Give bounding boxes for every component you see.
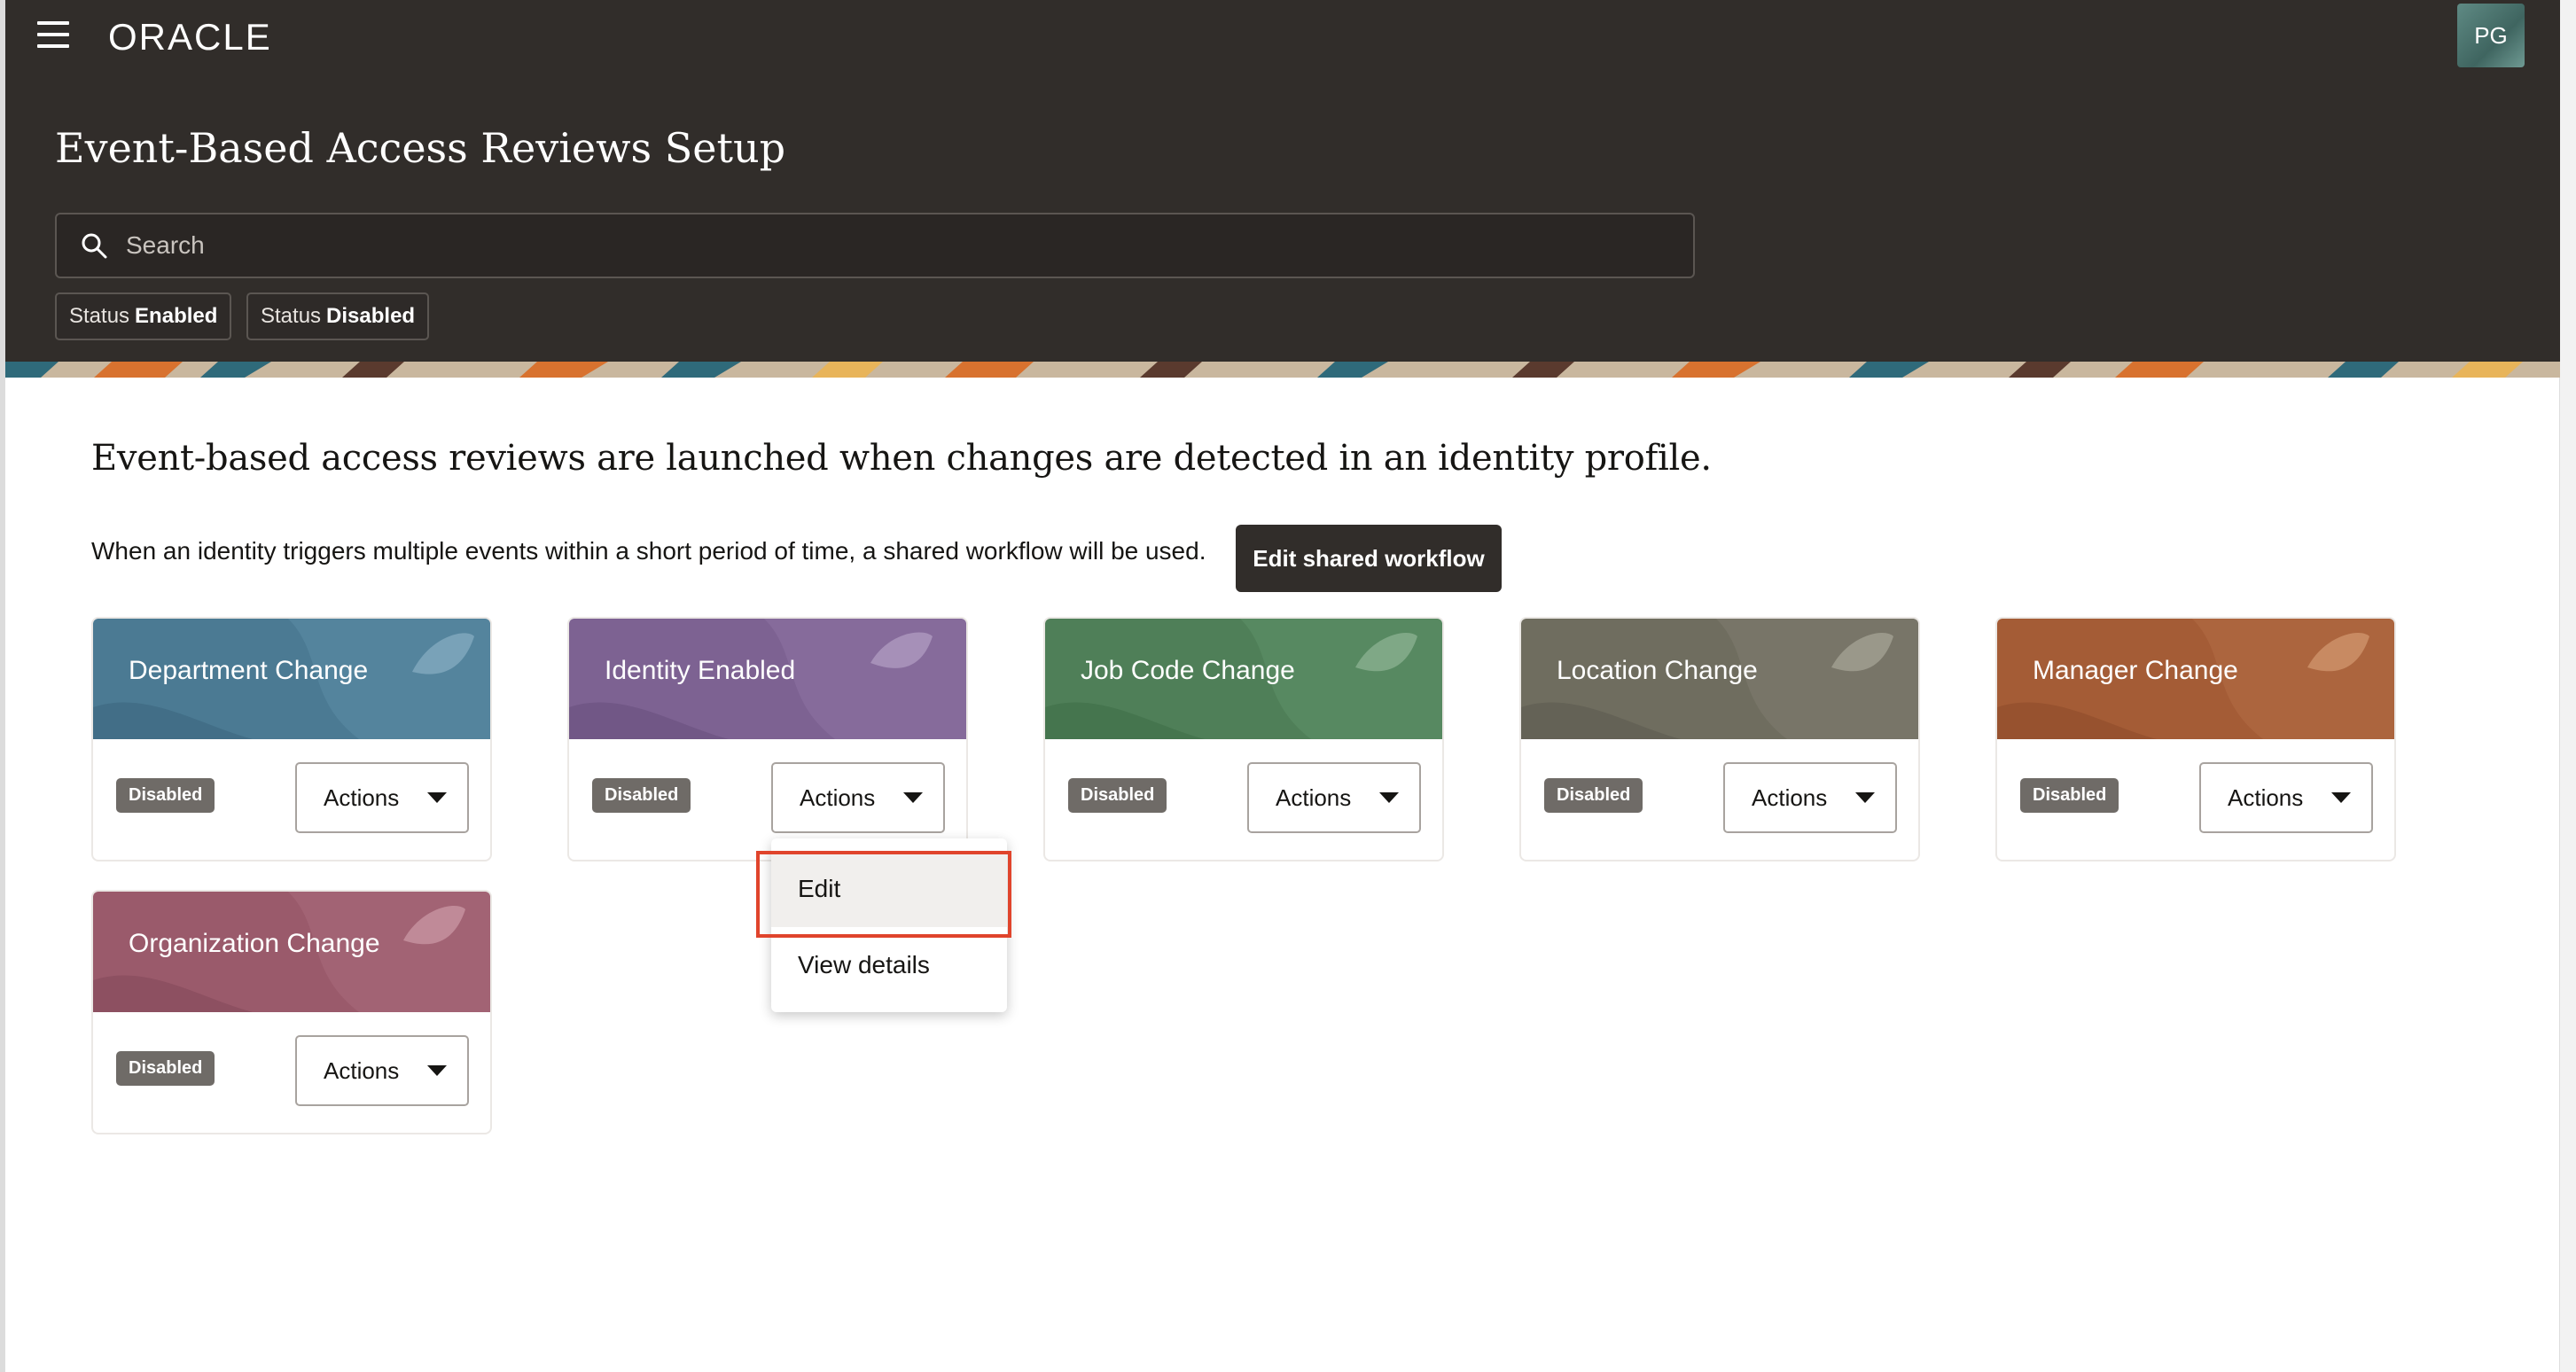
status-badge: Disabled <box>2020 778 2119 813</box>
caret-down-icon <box>1855 792 1876 803</box>
actions-button[interactable]: Actions <box>295 762 469 833</box>
search-bar[interactable] <box>55 213 1695 278</box>
card-title: Location Change <box>1557 656 1758 685</box>
status-badge: Disabled <box>116 778 215 813</box>
hamburger-menu-icon[interactable] <box>37 21 80 53</box>
card-header: Organization Change <box>93 892 490 1012</box>
card-title: Manager Change <box>2033 656 2238 685</box>
card-header: Job Code Change <box>1045 619 1442 739</box>
actions-label: Actions <box>800 783 876 811</box>
event-card-department-change: Department Change Disabled Actions <box>91 617 492 861</box>
card-header: Identity Enabled <box>569 619 966 739</box>
vertical-scrollbar[interactable] <box>2559 0 2576 1372</box>
event-card-location-change: Location Change Disabled Actions <box>1519 617 1920 861</box>
caret-down-icon <box>427 1065 448 1076</box>
caret-down-icon <box>903 792 924 803</box>
filter-chip-label: Status <box>69 304 130 328</box>
status-badge: Disabled <box>1068 778 1167 813</box>
actions-label: Actions <box>324 783 400 811</box>
filter-chip-status-enabled[interactable]: Status Enabled <box>55 292 232 340</box>
actions-button[interactable]: Actions <box>1723 762 1897 833</box>
svg-text:ORACLE: ORACLE <box>108 16 272 58</box>
filter-chip-label: Status <box>261 304 322 328</box>
actions-label: Actions <box>1276 783 1352 811</box>
status-badge: Disabled <box>592 778 691 813</box>
intro-heading: Event-based access reviews are launched … <box>91 438 1712 479</box>
actions-button[interactable]: Actions <box>2199 762 2373 833</box>
filter-chip-value: Disabled <box>326 304 416 328</box>
avatar-initials: PG <box>2474 21 2508 49</box>
highlight-box <box>756 851 1011 938</box>
card-title: Department Change <box>129 656 369 685</box>
actions-button[interactable]: Actions <box>295 1035 469 1106</box>
event-card-identity-enabled: Identity Enabled Disabled Actions <box>567 617 968 861</box>
shared-workflow-description: When an identity triggers multiple event… <box>91 537 1206 565</box>
search-input[interactable] <box>124 230 1635 261</box>
actions-label: Actions <box>1752 783 1828 811</box>
page-header: ORACLE PG Event-Based Access Reviews Set… <box>5 0 2560 362</box>
card-title: Identity Enabled <box>605 656 796 685</box>
actions-label: Actions <box>2228 783 2304 811</box>
card-title: Job Code Change <box>1081 656 1295 685</box>
actions-label: Actions <box>324 1056 400 1084</box>
actions-button[interactable]: Actions <box>1247 762 1421 833</box>
event-card-job-code-change: Job Code Change Disabled Actions <box>1043 617 1444 861</box>
status-badge: Disabled <box>1544 778 1643 813</box>
edit-shared-workflow-button[interactable]: Edit shared workflow <box>1236 525 1502 592</box>
event-card-manager-change: Manager Change Disabled Actions <box>1995 617 2396 861</box>
caret-down-icon <box>427 792 448 803</box>
filter-chip-status-disabled[interactable]: Status Disabled <box>246 292 430 340</box>
decorative-banner <box>5 362 2560 378</box>
actions-button[interactable]: Actions <box>771 762 945 833</box>
oracle-logo: ORACLE <box>108 16 272 58</box>
event-card-organization-change: Organization Change Disabled Actions <box>91 890 492 1134</box>
search-icon <box>82 233 107 259</box>
filter-chip-value: Enabled <box>135 304 218 328</box>
card-header: Department Change <box>93 619 490 739</box>
card-header: Manager Change <box>1997 619 2394 739</box>
status-badge: Disabled <box>116 1051 215 1086</box>
caret-down-icon <box>1379 792 1400 803</box>
caret-down-icon <box>2331 792 2352 803</box>
page-title: Event-Based Access Reviews Setup <box>55 124 786 172</box>
menu-item-view-details[interactable]: View details <box>771 927 1007 1003</box>
card-header: Location Change <box>1521 619 1918 739</box>
user-avatar[interactable]: PG <box>2457 4 2525 67</box>
card-title: Organization Change <box>129 929 380 958</box>
